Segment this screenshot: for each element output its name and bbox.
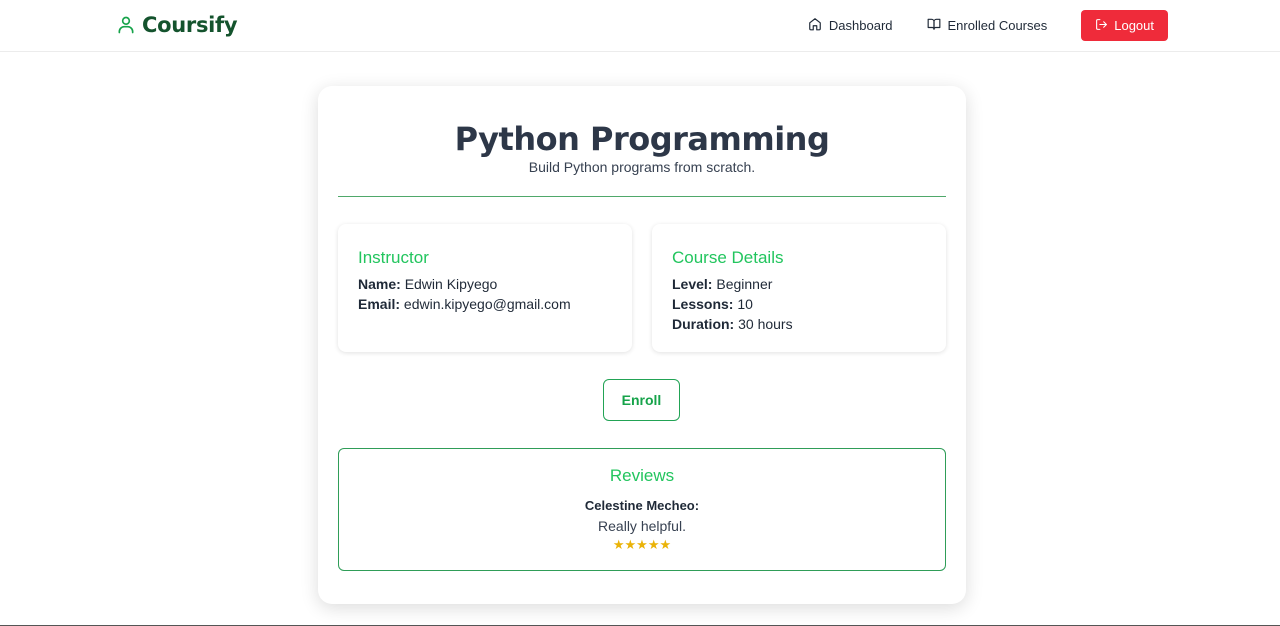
instructor-name: Edwin Kipyego <box>404 276 498 292</box>
level-label: Level: <box>672 276 713 292</box>
lessons-row: Lessons: 10 <box>672 294 926 314</box>
course-detail-card: Python Programming Build Python programs… <box>318 86 966 604</box>
logout-button[interactable]: Logout <box>1081 10 1168 41</box>
email-label: Email: <box>358 296 401 312</box>
duration-value: 30 hours <box>738 316 793 332</box>
level-value: Beginner <box>716 276 773 292</box>
instructor-email: edwin.kipyego@gmail.com <box>403 296 571 312</box>
lessons-label: Lessons: <box>672 296 734 312</box>
star-rating: ★★★★★ <box>612 537 672 552</box>
nav-enrolled-label: Enrolled Courses <box>947 18 1048 33</box>
enroll-button[interactable]: Enroll <box>603 379 680 421</box>
divider <box>338 196 946 197</box>
review-author: Celestine Mecheo: <box>584 498 700 513</box>
nav-links: Dashboard Enrolled Courses Logout <box>808 10 1168 41</box>
duration-row: Duration: 30 hours <box>672 314 926 334</box>
brand-logo[interactable]: Coursify <box>116 13 238 37</box>
name-label: Name: <box>358 276 401 292</box>
instructor-name-row: Name: Edwin Kipyego <box>358 274 612 294</box>
logout-label: Logout <box>1114 18 1154 33</box>
instructor-email-row: Email: edwin.kipyego@gmail.com <box>358 294 612 314</box>
review-item: Celestine Mecheo: Really helpful. ★★★★★ <box>339 498 945 553</box>
nav-enrolled-courses-link[interactable]: Enrolled Courses <box>927 17 1048 34</box>
brand-name: Coursify <box>142 13 238 37</box>
course-subtitle: Build Python programs from scratch. <box>528 159 756 175</box>
review-text: Really helpful. <box>598 518 686 534</box>
level-row: Level: Beginner <box>672 274 926 294</box>
nav-dashboard-label: Dashboard <box>828 18 893 33</box>
reviews-heading: Reviews <box>609 466 675 485</box>
lessons-value: 10 <box>737 296 753 312</box>
logout-icon <box>1095 18 1108 34</box>
home-icon <box>808 17 822 34</box>
reviews-section: Reviews Celestine Mecheo: Really helpful… <box>338 448 946 571</box>
user-icon <box>116 15 136 35</box>
book-open-icon <box>927 17 941 34</box>
instructor-card: Instructor Name: Edwin Kipyego Email: ed… <box>338 224 632 352</box>
nav-dashboard-link[interactable]: Dashboard <box>808 17 893 34</box>
course-details-card: Course Details Level: Beginner Lessons: … <box>652 224 946 352</box>
top-navbar: Coursify Dashboard Enrolled Courses Logo… <box>0 0 1280 52</box>
instructor-heading: Instructor <box>358 248 429 267</box>
course-title: Python Programming <box>454 120 830 158</box>
duration-label: Duration: <box>672 316 735 332</box>
course-details-heading: Course Details <box>672 248 784 267</box>
